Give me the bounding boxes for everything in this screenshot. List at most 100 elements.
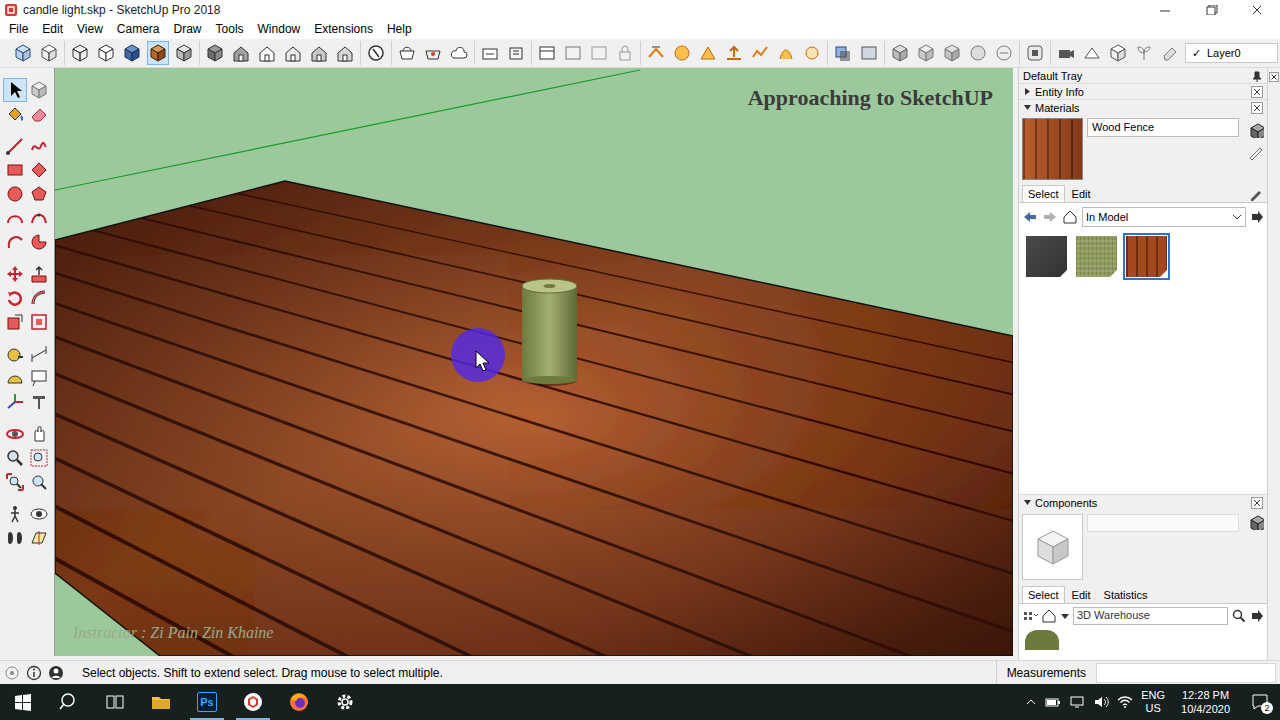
camera-cube-button[interactable] — [1107, 41, 1129, 65]
text-tool-icon[interactable] — [29, 368, 49, 388]
flip-edge-icon[interactable] — [802, 43, 822, 63]
cloud-button[interactable] — [448, 41, 470, 65]
pin-icon[interactable] — [1251, 70, 1263, 82]
pie-icon[interactable] — [29, 232, 49, 252]
advanced-camera-button[interactable] — [1055, 41, 1077, 65]
flip-edge-button[interactable] — [801, 41, 823, 65]
scale-icon[interactable] — [5, 312, 25, 332]
line-tool[interactable] — [3, 134, 27, 158]
layer-dropdown[interactable]: ✓Layer0 — [1185, 43, 1278, 63]
measurements-field[interactable] — [1096, 663, 1276, 683]
tab[interactable]: Edit — [1066, 586, 1097, 603]
arc-icon[interactable] — [5, 208, 25, 228]
move-tool[interactable] — [3, 262, 27, 286]
close-icon[interactable] — [1269, 72, 1279, 82]
component-search-field[interactable]: 3D Warehouse — [1073, 607, 1228, 625]
back-arrow-icon[interactable] — [1022, 209, 1038, 225]
add-detail-button[interactable] — [775, 41, 797, 65]
camera-frustum-button[interactable] — [1081, 41, 1103, 65]
offset-tool[interactable] — [27, 310, 51, 334]
camera-frustum-icon[interactable] — [1082, 43, 1102, 63]
menu-item[interactable]: Draw — [167, 20, 209, 38]
menu-item[interactable]: File — [2, 20, 35, 38]
component-thumbnail[interactable] — [1025, 630, 1059, 650]
shadows-button[interactable] — [832, 41, 854, 65]
input-language[interactable]: ENGUS — [1141, 689, 1165, 715]
plant-button[interactable] — [1133, 41, 1155, 65]
axes-tool[interactable] — [3, 390, 27, 414]
intersect-button[interactable] — [915, 41, 937, 65]
tab[interactable]: Select — [1022, 586, 1065, 603]
text-tool-tool[interactable] — [27, 366, 51, 390]
warehouse-button[interactable] — [396, 41, 418, 65]
hidden-line-icon[interactable] — [96, 43, 116, 63]
solid-split-icon[interactable] — [1025, 43, 1045, 63]
materials-header[interactable]: Materials — [1019, 99, 1267, 115]
export-button[interactable] — [479, 41, 501, 65]
walk-icon[interactable] — [5, 504, 25, 524]
push-pull-tool[interactable] — [27, 262, 51, 286]
scenes-icon[interactable] — [589, 43, 609, 63]
left-view-button[interactable] — [334, 41, 356, 65]
previous-view-tool[interactable] — [27, 470, 51, 494]
rotated-rectangle-tool[interactable] — [27, 158, 51, 182]
file-explorer-taskbar-button[interactable] — [138, 684, 184, 720]
sample-paint-icon[interactable] — [1248, 186, 1264, 202]
components-header[interactable]: Components — [1019, 494, 1267, 510]
look-around-tool[interactable] — [27, 502, 51, 526]
shaded-icon[interactable] — [122, 43, 142, 63]
lock-icon[interactable] — [615, 43, 635, 63]
import-button[interactable] — [505, 41, 527, 65]
rotate-icon[interactable] — [5, 288, 25, 308]
menu-item[interactable]: Camera — [110, 20, 167, 38]
subtract-icon[interactable] — [968, 43, 988, 63]
back-view-icon[interactable] — [309, 43, 329, 63]
material-swatch[interactable] — [1123, 233, 1170, 280]
menu-item[interactable]: View — [70, 20, 110, 38]
right-view-button[interactable] — [282, 41, 304, 65]
outliner-button[interactable] — [536, 41, 558, 65]
tape-measure-icon[interactable] — [5, 344, 25, 364]
geo-location-icon[interactable] — [4, 665, 20, 681]
style-button[interactable] — [365, 41, 387, 65]
layers-button[interactable] — [562, 41, 584, 65]
eyedropper-icon[interactable] — [1248, 144, 1264, 160]
sandbox-contours-icon[interactable] — [646, 43, 666, 63]
details-arrow-icon[interactable] — [1250, 609, 1264, 623]
two-point-arc-tool[interactable] — [27, 206, 51, 230]
shadows-icon[interactable] — [833, 43, 853, 63]
three-d-text-tool[interactable] — [27, 390, 51, 414]
rotated-rectangle-icon[interactable] — [29, 160, 49, 180]
face-style-button[interactable] — [69, 41, 91, 65]
two-point-arc-icon[interactable] — [29, 208, 49, 228]
home-icon[interactable] — [1041, 608, 1057, 624]
move-icon[interactable] — [5, 264, 25, 284]
paint-bucket-tool[interactable] — [3, 102, 27, 126]
front-view-button[interactable] — [256, 41, 278, 65]
wifi-icon[interactable] — [1117, 694, 1133, 710]
eraser-tool-icon[interactable] — [1160, 43, 1180, 63]
circle-tool[interactable] — [3, 182, 27, 206]
create-material-icon[interactable] — [1248, 122, 1264, 138]
style-icon[interactable] — [366, 43, 386, 63]
dimension-icon[interactable] — [29, 344, 49, 364]
three-point-arc-tool[interactable] — [3, 230, 27, 254]
back-view-button[interactable] — [308, 41, 330, 65]
export-icon[interactable] — [480, 43, 500, 63]
network-icon[interactable] — [1069, 694, 1085, 710]
solid-split-button[interactable] — [1024, 41, 1046, 65]
line-icon[interactable] — [5, 136, 25, 156]
volume-icon[interactable] — [1093, 694, 1109, 710]
menu-item[interactable]: Edit — [35, 20, 70, 38]
outer-shell-icon[interactable] — [890, 43, 910, 63]
sketchup-taskbar-button[interactable] — [230, 684, 276, 720]
dropdown-arrow-icon[interactable] — [1060, 611, 1070, 621]
dimension-tool[interactable] — [27, 342, 51, 366]
tape-measure-tool[interactable] — [3, 342, 27, 366]
zoom-window-icon[interactable] — [29, 448, 49, 468]
search-icon[interactable] — [1231, 608, 1247, 624]
section-plane-icon[interactable] — [29, 528, 49, 548]
import-icon[interactable] — [506, 43, 526, 63]
xray-icon[interactable] — [13, 43, 33, 63]
look-around-icon[interactable] — [29, 504, 49, 524]
